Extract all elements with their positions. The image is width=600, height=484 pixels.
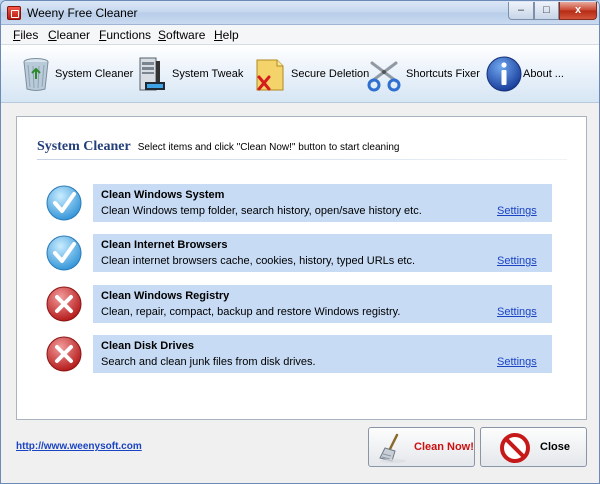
divider <box>37 159 567 160</box>
tool-label: System Cleaner <box>55 68 134 80</box>
item-title: Clean Windows Registry <box>101 290 230 302</box>
list-item-clean-windows-registry[interactable]: Clean Windows Registry Clean, repair, co… <box>93 285 552 323</box>
menu-help[interactable]: Help <box>214 28 239 42</box>
item-description: Clean internet browsers cache, cookies, … <box>101 255 416 267</box>
tool-system-tweak[interactable]: System Tweak <box>129 45 244 103</box>
item-description: Clean, repair, compact, backup and resto… <box>101 306 401 318</box>
tool-label: Secure Deletion <box>291 68 370 80</box>
item-title: Clean Internet Browsers <box>101 239 228 251</box>
settings-link[interactable]: Settings <box>497 255 537 267</box>
tool-system-cleaner[interactable]: System Cleaner <box>11 45 133 103</box>
menu-software[interactable]: Software <box>158 28 205 42</box>
recycle-bin-icon <box>23 58 49 91</box>
window-title: Weeny Free Cleaner <box>27 6 138 20</box>
menu-functions[interactable]: Functions <box>99 28 151 42</box>
close-window-button[interactable]: x <box>559 2 597 20</box>
check-icon[interactable] <box>45 184 83 222</box>
item-description: Clean Windows temp folder, search histor… <box>101 205 422 217</box>
broom-icon <box>379 433 406 463</box>
clean-now-button[interactable]: Clean Now! <box>368 427 475 467</box>
cleaner-panel: System Cleaner Select items and click "C… <box>16 116 587 420</box>
menu-bar: Files Cleaner Functions Software Help <box>1 25 599 45</box>
settings-link[interactable]: Settings <box>497 306 537 318</box>
title-bar[interactable]: Weeny Free Cleaner – □ x <box>1 1 599 25</box>
cross-icon[interactable] <box>45 285 83 323</box>
check-icon[interactable] <box>45 234 83 272</box>
toolbar: System Cleaner System Tweak Secure Delet… <box>1 45 599 103</box>
item-title: Clean Windows System <box>101 189 225 201</box>
panel-subtitle: Select items and click "Clean Now!" butt… <box>137 142 400 153</box>
list-item-clean-internet-browsers[interactable]: Clean Internet Browsers Clean internet b… <box>93 234 552 272</box>
scissors-icon <box>367 61 401 92</box>
computer-tower-icon <box>139 57 165 91</box>
close-button[interactable]: Close <box>480 427 587 467</box>
cross-icon[interactable] <box>45 335 83 373</box>
settings-link[interactable]: Settings <box>497 205 537 217</box>
tool-label: System Tweak <box>172 68 244 80</box>
button-label: Close <box>540 441 570 453</box>
list-item-clean-windows-system[interactable]: Clean Windows System Clean Windows temp … <box>93 184 552 222</box>
tool-shortcuts-fixer[interactable]: Shortcuts Fixer <box>366 45 481 103</box>
app-logo-icon <box>7 6 21 20</box>
button-label: Clean Now! <box>414 441 474 453</box>
maximize-button[interactable]: □ <box>534 2 559 20</box>
tool-label: About ... <box>523 68 564 80</box>
app-window: Weeny Free Cleaner – □ x Files Cleaner F… <box>0 0 600 484</box>
item-title: Clean Disk Drives <box>101 340 194 352</box>
panel-title: System Cleaner <box>37 139 131 154</box>
website-link[interactable]: http://www.weenysoft.com <box>16 441 142 452</box>
tool-label: Shortcuts Fixer <box>406 68 480 80</box>
menu-files[interactable]: Files <box>13 28 38 42</box>
panel-header: System Cleaner Select items and click "C… <box>37 139 399 155</box>
no-entry-icon <box>500 433 530 463</box>
minimize-button[interactable]: – <box>508 2 534 20</box>
menu-cleaner[interactable]: Cleaner <box>48 28 90 42</box>
list-item-clean-disk-drives[interactable]: Clean Disk Drives Search and clean junk … <box>93 335 552 373</box>
tool-about[interactable]: About ... <box>483 45 583 103</box>
settings-link[interactable]: Settings <box>497 356 537 368</box>
item-description: Search and clean junk files from disk dr… <box>101 356 316 368</box>
tool-secure-deletion[interactable]: Secure Deletion <box>249 45 369 103</box>
shred-file-icon <box>256 59 284 91</box>
info-icon <box>486 56 522 92</box>
